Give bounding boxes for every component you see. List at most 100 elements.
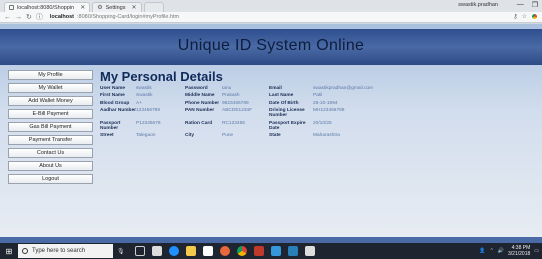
close-icon[interactable]: ✕ bbox=[131, 4, 136, 11]
detail-label: Street bbox=[100, 132, 114, 138]
mail-icon[interactable] bbox=[151, 246, 162, 256]
url-host: localhost bbox=[49, 14, 75, 20]
site-title: Unique ID System Online bbox=[177, 37, 365, 54]
new-tab-button[interactable] bbox=[143, 2, 164, 12]
detail-value: Patil bbox=[313, 93, 323, 99]
detail-value: 20/10/25 bbox=[313, 120, 332, 126]
detail-value: swastik bbox=[136, 86, 152, 91]
volume-icon[interactable]: 🔊 bbox=[498, 248, 504, 254]
people-icon[interactable]: 👤 bbox=[479, 248, 485, 254]
windows-taskbar: ⊞ Type here to search 🎙 👤 ⌃ 🔊 4:38 PM 3/… bbox=[0, 243, 542, 259]
address-actions: ⚷ ☆ bbox=[513, 13, 538, 20]
detail-label: Last Name bbox=[269, 93, 294, 99]
chrome-icon[interactable] bbox=[531, 13, 538, 20]
gas-bill-payment-button[interactable]: Gas Bill Payment bbox=[8, 122, 93, 132]
clock-date: 3/21/2018 bbox=[508, 251, 531, 257]
detail-value: A+ bbox=[136, 100, 143, 106]
detail-value: 9823456789 bbox=[222, 100, 249, 106]
profile-name[interactable]: swastik.pradhan bbox=[458, 2, 498, 8]
chrome-icon[interactable] bbox=[236, 246, 247, 256]
browser-tab-localhost[interactable]: localhost:8080/Shoppin ✕ bbox=[4, 2, 91, 12]
address-bar: ← → ↻ ⓘ localhost:8080/Shopping-Card/log… bbox=[0, 12, 542, 23]
tab-label: localhost:8080/Shoppin bbox=[17, 4, 75, 11]
detail-label: City bbox=[185, 132, 195, 138]
gear-icon: ⚙ bbox=[97, 4, 103, 11]
detail-value: swastikpradhan@gmail.com bbox=[313, 86, 374, 91]
close-icon[interactable]: ✕ bbox=[80, 4, 85, 11]
task-view-icon[interactable] bbox=[134, 246, 145, 256]
restore-icon[interactable]: ❐ bbox=[532, 1, 538, 9]
profile-details-panel: My Personal Details User Name swastik Pa… bbox=[100, 69, 530, 159]
microphone-icon[interactable]: 🎙 bbox=[117, 248, 125, 255]
clock[interactable]: 4:38 PM 3/21/2018 bbox=[508, 245, 530, 257]
tab-label: Settings bbox=[105, 4, 126, 11]
detail-value: Swastik bbox=[136, 93, 153, 99]
detail-value: Pune bbox=[222, 132, 234, 138]
payment-transfer-button[interactable]: Payment Transfer bbox=[8, 135, 93, 145]
detail-value: Prakash bbox=[222, 93, 240, 99]
page-title: My Personal Details bbox=[100, 69, 223, 84]
site-header: Unique ID System Online bbox=[0, 29, 542, 65]
app-icon[interactable] bbox=[270, 246, 281, 256]
app-icon[interactable] bbox=[287, 246, 298, 256]
detail-value: MH123456789 bbox=[313, 108, 345, 114]
detail-label: Date Of Birth bbox=[269, 100, 299, 106]
cortana-icon bbox=[22, 248, 28, 254]
detail-label: PAN Number bbox=[185, 108, 215, 114]
app-icon[interactable] bbox=[304, 246, 315, 256]
detail-value: 123456789 bbox=[136, 108, 161, 114]
minimize-icon[interactable]: — bbox=[517, 1, 524, 9]
web-page: Unique ID System Online My Profile My Wa… bbox=[0, 24, 542, 243]
back-arrow-icon[interactable]: ← bbox=[4, 14, 11, 21]
about-us-button[interactable]: About Us bbox=[8, 161, 93, 171]
tray-arrow-icon[interactable]: ⌃ bbox=[490, 248, 494, 254]
detail-value: tanu bbox=[222, 86, 232, 91]
details-grid: User Name swastik Password tanu Email sw… bbox=[100, 86, 530, 138]
detail-label: Passport Number bbox=[100, 120, 121, 131]
detail-label: First Name bbox=[100, 93, 125, 99]
my-profile-button[interactable]: My Profile bbox=[8, 70, 93, 80]
e-bill-payment-button[interactable]: E-Bill Payment bbox=[8, 109, 93, 119]
search-placeholder: Type here to search bbox=[32, 248, 86, 254]
add-wallet-money-button[interactable]: Add Wallet Money bbox=[8, 96, 93, 106]
star-icon[interactable]: ☆ bbox=[522, 13, 527, 20]
app-icon[interactable] bbox=[253, 246, 264, 256]
notification-icon[interactable]: ▭ bbox=[534, 248, 539, 254]
reload-icon[interactable]: ↻ bbox=[26, 14, 32, 21]
store-icon[interactable] bbox=[202, 246, 213, 256]
detail-label: Ration Card bbox=[185, 120, 213, 126]
page-favicon-icon bbox=[9, 5, 14, 10]
detail-label: User Name bbox=[100, 86, 126, 91]
detail-label: Blood Group bbox=[100, 100, 130, 106]
detail-label: Passport Expire Date bbox=[269, 120, 306, 131]
detail-label: Password bbox=[185, 86, 208, 91]
windows-start-icon[interactable]: ⊞ bbox=[0, 243, 18, 259]
file-explorer-icon[interactable] bbox=[185, 246, 196, 256]
url-field[interactable]: localhost:8080/Shopping-Card/login#myPro… bbox=[50, 14, 179, 20]
logout-button[interactable]: Logout bbox=[8, 174, 93, 184]
detail-value: Talegaon bbox=[136, 132, 156, 138]
detail-value: ABCDE1234F bbox=[222, 108, 253, 114]
detail-value: 25-10-1994 bbox=[313, 100, 338, 106]
detail-label: Driving License Number bbox=[269, 108, 305, 119]
side-menu: My Profile My Wallet Add Wallet Money E-… bbox=[8, 70, 93, 187]
forward-arrow-icon[interactable]: → bbox=[15, 14, 22, 21]
taskbar-apps bbox=[134, 246, 315, 256]
my-wallet-button[interactable]: My Wallet bbox=[8, 83, 93, 93]
taskbar-search-input[interactable]: Type here to search bbox=[18, 244, 113, 258]
url-path: :8080/Shopping-Card/login#myProfile.htm bbox=[77, 14, 180, 20]
window-controls: — ❐ bbox=[517, 1, 538, 9]
detail-value: RC123456 bbox=[222, 120, 245, 126]
detail-label: Phone Number bbox=[185, 100, 220, 106]
detail-label: State bbox=[269, 132, 281, 138]
key-icon[interactable]: ⚷ bbox=[513, 13, 517, 20]
detail-value: Maharashtra bbox=[313, 132, 340, 138]
contact-us-button[interactable]: Contact Us bbox=[8, 148, 93, 158]
detail-value: P12345678 bbox=[136, 120, 161, 126]
detail-label: Email bbox=[269, 86, 282, 91]
browser-tab-settings[interactable]: ⚙ Settings ✕ bbox=[92, 2, 142, 12]
app-icon[interactable] bbox=[219, 246, 230, 256]
edge-icon[interactable] bbox=[168, 246, 179, 256]
detail-label: Aadhar Number bbox=[100, 108, 136, 114]
info-icon[interactable]: ⓘ bbox=[36, 14, 43, 21]
